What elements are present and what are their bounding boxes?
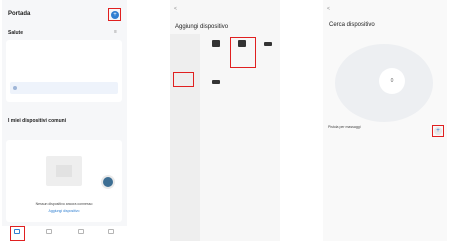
room-tabs: Salute — [8, 30, 41, 36]
radar-center: 0 — [379, 68, 405, 94]
nav-profile[interactable] — [106, 229, 116, 237]
smart-icon — [78, 229, 84, 234]
scene-icon — [46, 229, 52, 234]
search-device-screen: < Cerca dispositivo 0 Pistola per massag… — [323, 0, 447, 241]
nav-scene[interactable] — [44, 229, 54, 237]
found-device-name: Pistola per massaggi — [328, 125, 361, 129]
weather-card — [6, 40, 122, 102]
nav-smart[interactable] — [76, 229, 86, 237]
highlight-box — [108, 8, 121, 21]
highlight-box — [173, 72, 194, 87]
page-title: Cerca dispositivo — [329, 22, 375, 28]
back-icon[interactable]: < — [327, 6, 330, 12]
gun-icon — [212, 40, 220, 47]
add-device-link[interactable]: Aggiungi dispositivo — [6, 209, 122, 213]
page-title: Aggiungi dispositivo — [175, 24, 229, 30]
empty-box-illustration — [46, 156, 82, 186]
device-item[interactable] — [256, 40, 280, 48]
device-item[interactable] — [204, 78, 228, 86]
mask-icon — [264, 42, 272, 46]
notice-banner[interactable] — [10, 82, 118, 94]
page-title: Portada — [8, 11, 31, 17]
add-device-screen: < Aggiungi dispositivo — [170, 0, 280, 241]
tab-salute[interactable]: Salute — [8, 30, 23, 36]
back-icon[interactable]: < — [174, 6, 177, 12]
home-screen: Portada + Salute ≡ I miei dispositivi co… — [2, 0, 127, 241]
category-sidebar — [170, 34, 200, 241]
section-title: I miei dispositivi comuni — [8, 118, 67, 124]
highlight-box — [432, 125, 444, 137]
highlight-box — [10, 226, 25, 241]
highlight-box — [230, 37, 256, 68]
more-menu-icon[interactable]: ≡ — [114, 29, 117, 35]
empty-text: Nessun dispositivo ancora connesso — [35, 202, 93, 206]
device-item[interactable] — [204, 40, 228, 49]
info-icon — [13, 86, 17, 90]
assistant-fab-icon[interactable] — [103, 177, 113, 187]
eye-mask-icon — [212, 80, 220, 84]
profile-icon — [108, 229, 114, 234]
